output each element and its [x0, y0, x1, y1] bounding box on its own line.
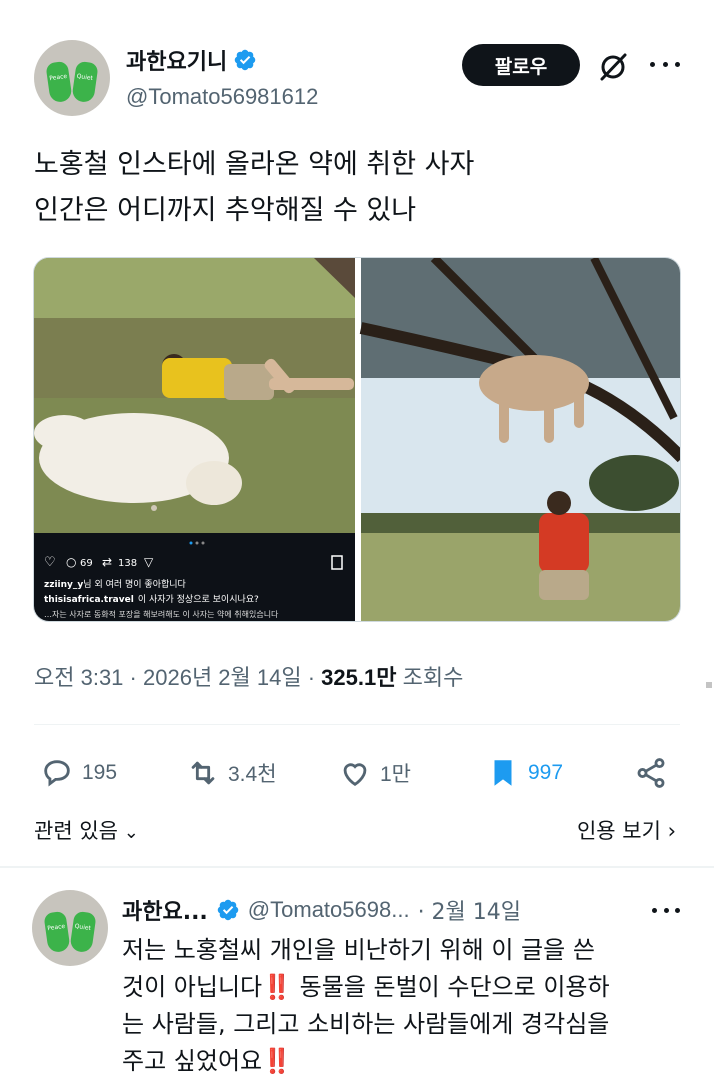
- ig-caption-text-2: 이 사자가 정상으로 보이시나요?: [138, 594, 259, 605]
- tweet-text: 노홍철 인스타에 올라온 약에 취한 사자 인간은 어디까지 추악해질 수 있나: [34, 142, 674, 234]
- svg-text:○: ○: [66, 555, 76, 569]
- sock-right-icon: Quiet: [69, 910, 97, 954]
- tweet-line-1: 노홍철 인스타에 올라온 약에 취한 사자: [34, 149, 475, 180]
- ig-caption-user-1: zziiny_y: [44, 580, 83, 590]
- ig-like-count: 69: [80, 558, 93, 569]
- chevron-right-icon: ›: [660, 819, 676, 843]
- bookmark-button[interactable]: 997: [486, 748, 563, 798]
- tweet-line-2: 인간은 어디까지 추악해질 수 있나: [34, 195, 417, 226]
- bookmark-icon: [494, 760, 512, 786]
- reply-handle[interactable]: @Tomato5698...: [248, 897, 410, 923]
- grok-icon[interactable]: [596, 50, 630, 84]
- reply-sock-text-left: Peace: [46, 922, 66, 933]
- tweet-media[interactable]: ♡ ○ 69 ⇄ 138 ▽ zziiny_y님 외 여러 명이 좋아합니다 t…: [33, 257, 681, 622]
- ig-caption-user-2: thisisafrica.travel: [44, 595, 134, 605]
- view-count-label: 조회수: [402, 665, 464, 690]
- ig-caption-text-3: …자는 사자로 동화적 포장을 해보려해도 이 사자는 약에 취해있습니다: [44, 609, 279, 619]
- reply-line-2: 것이 아닙니다‼️ 동물을 돈벌이 수단으로 이용하: [122, 973, 610, 1001]
- reply-text: 저는 노홍철씨 개인을 비난하기 위해 이 글을 쓴 것이 아닙니다‼️ 동물을…: [122, 932, 682, 1080]
- scrollbar-indicator[interactable]: [706, 682, 712, 688]
- reply-header: 과한요... @Tomato5698... · 2월 14일: [122, 894, 521, 926]
- follow-button[interactable]: 팔로우: [462, 44, 580, 86]
- reply-button[interactable]: 195: [40, 748, 117, 798]
- more-icon[interactable]: [652, 908, 680, 916]
- verified-badge-icon: [217, 899, 239, 921]
- like-button[interactable]: 1만: [338, 748, 411, 798]
- author-handle[interactable]: @Tomato56981612: [126, 84, 318, 110]
- double-exclamation-icon: ‼️: [262, 1047, 292, 1075]
- view-quotes-link[interactable]: 인용 보기 ›: [577, 815, 676, 845]
- divider-top: [34, 724, 680, 725]
- double-exclamation-icon: ‼️: [262, 973, 292, 1001]
- view-count: 325.1만: [321, 665, 397, 690]
- reply-line-1: 저는 노홍철씨 개인을 비난하기 위해 이 글을 쓴: [122, 936, 595, 964]
- reply-sock-text-right: Quiet: [74, 922, 92, 933]
- author-name-row: 과한요기니: [126, 44, 257, 76]
- like-count: 1만: [380, 763, 411, 786]
- repost-icon: [191, 761, 215, 785]
- tweet-meta: 오전 3:31 · 2026년 2월 14일 · 325.1만 조회수: [34, 665, 464, 690]
- sock-text-right: Quiet: [76, 72, 94, 83]
- more-icon[interactable]: [650, 62, 680, 70]
- repost-button[interactable]: 3.4천: [186, 748, 277, 798]
- sock-left-icon: Peace: [45, 60, 73, 104]
- related-toggle[interactable]: 관련 있음 ⌄: [34, 815, 139, 845]
- heart-icon: [343, 763, 367, 787]
- lion-lying-instagram-screenshot[interactable]: ♡ ○ 69 ⇄ 138 ▽ zziiny_y님 외 여러 명이 좋아합니다 t…: [34, 258, 355, 622]
- reply-count: 195: [82, 761, 118, 784]
- action-bar: 195 3.4천 1만 997: [34, 748, 680, 798]
- reply-icon: [44, 760, 70, 787]
- reply-line-4: 주고 싶었어요‼️: [122, 1047, 292, 1075]
- share-icon: [637, 758, 665, 788]
- reply-line-3: 는 사람들, 그리고 소비하는 사람들에게 경각심을: [122, 1010, 610, 1038]
- lion-in-tree-photo[interactable]: [359, 258, 681, 622]
- related-label: 관련 있음: [34, 819, 118, 843]
- tweet-header: Peace Quiet 과한요기니 @Tomato56981612 팔로우: [34, 40, 684, 120]
- media-images: ♡ ○ 69 ⇄ 138 ▽ zziiny_y님 외 여러 명이 좋아합니다 t…: [34, 258, 681, 622]
- sock-right-icon: Quiet: [71, 60, 99, 104]
- view-quotes-label: 인용 보기: [576, 819, 661, 843]
- svg-text:thisisafrica.travel이 사자가 정상으로: thisisafrica.travel 이 사자가 정상으로 보이시나요?: [44, 594, 259, 605]
- author-display-name[interactable]: 과한요기니: [126, 44, 227, 76]
- bookmark-count: 997: [528, 761, 564, 784]
- sock-text-left: Peace: [48, 72, 68, 83]
- section-divider: [0, 866, 714, 868]
- ig-caption-text-1: 님 외 여러 명이 좋아합니다: [83, 578, 186, 590]
- svg-text:♡: ♡: [44, 555, 56, 570]
- reply-display-name[interactable]: 과한요...: [122, 894, 208, 926]
- ig-repost-count: 138: [118, 558, 137, 569]
- tweet-time[interactable]: 오전 3:31: [34, 665, 123, 690]
- reply-avatar[interactable]: Peace Quiet: [32, 890, 108, 966]
- share-button[interactable]: [634, 748, 668, 798]
- avatar[interactable]: Peace Quiet: [34, 40, 110, 116]
- svg-text:zziiny_y님 외 여러 명이 좋아합니다: zziiny_y님 외 여러 명이 좋아합니다: [44, 578, 187, 590]
- sock-left-icon: Peace: [43, 910, 71, 954]
- chevron-down-icon: ⌄: [117, 822, 139, 843]
- svg-text:▽: ▽: [144, 555, 154, 569]
- verified-badge-icon: [234, 49, 256, 71]
- svg-text:⇄: ⇄: [102, 555, 112, 569]
- repost-count: 3.4천: [228, 763, 277, 786]
- reply-date[interactable]: · 2월 14일: [418, 894, 521, 926]
- tweet-date[interactable]: 2026년 2월 14일: [143, 665, 302, 690]
